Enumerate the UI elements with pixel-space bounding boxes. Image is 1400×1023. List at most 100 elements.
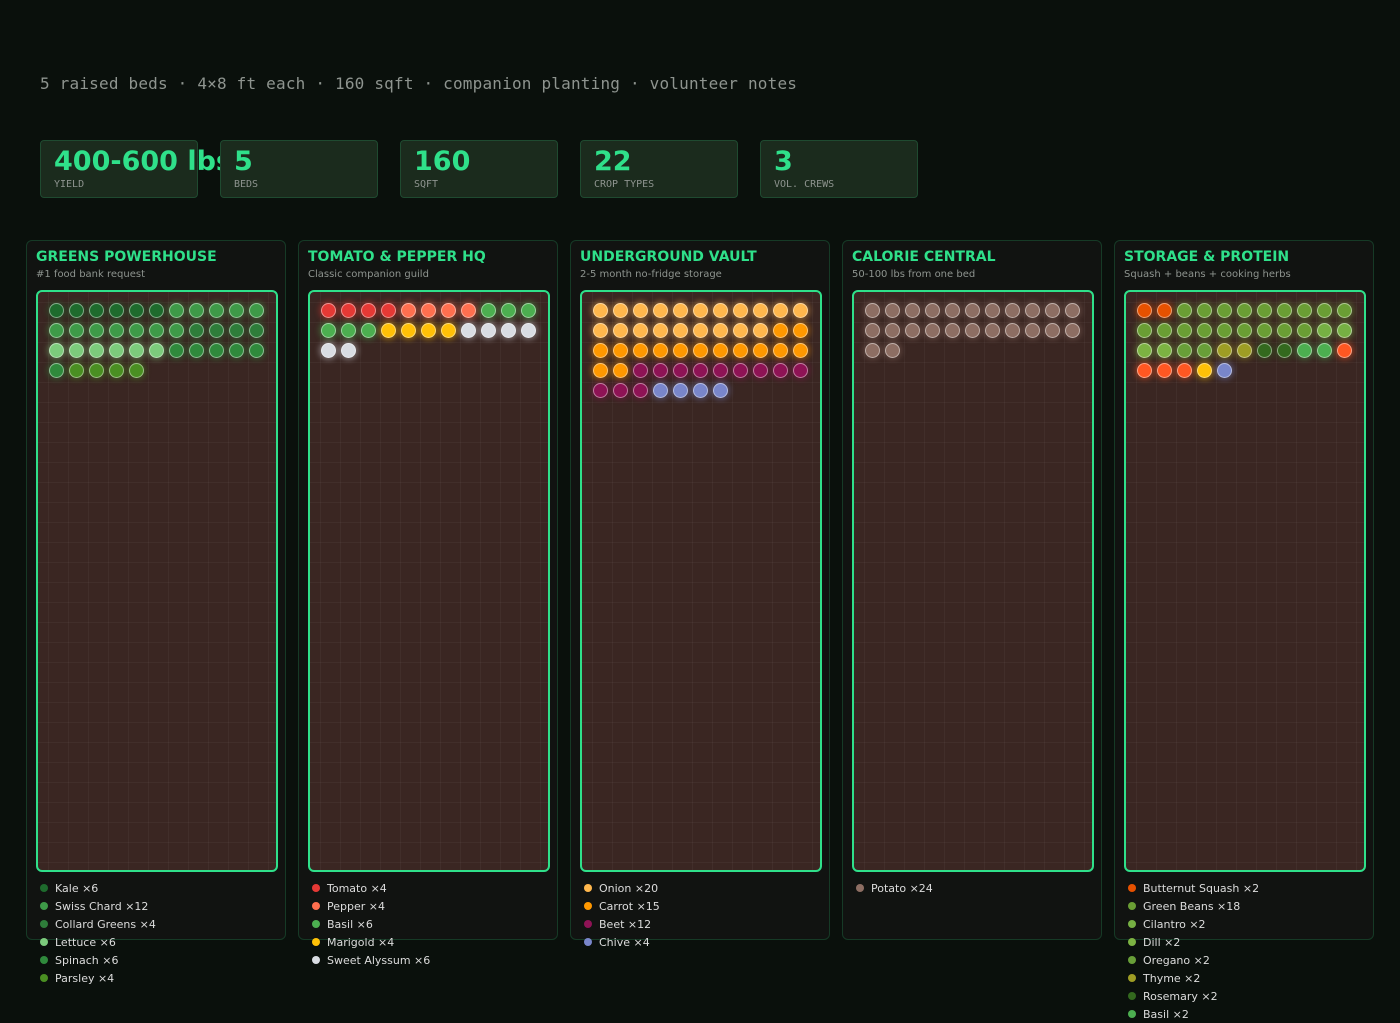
plant-swiss-chard[interactable]	[69, 323, 84, 338]
plant-potato[interactable]	[945, 303, 960, 318]
bed-card-storage-protein[interactable]: STORAGE & PROTEIN Squash + beans + cooki…	[1114, 240, 1374, 1021]
plant-green-beans[interactable]	[1137, 323, 1152, 338]
plant-cilantro[interactable]	[1317, 323, 1332, 338]
plant-collard-greens[interactable]	[209, 323, 224, 338]
plant-swiss-chard[interactable]	[229, 303, 244, 318]
plant-onion[interactable]	[753, 323, 768, 338]
plant-spinach[interactable]	[229, 343, 244, 358]
plant-onion[interactable]	[693, 303, 708, 318]
plant-green-beans[interactable]	[1237, 303, 1252, 318]
plant-cilantro[interactable]	[1337, 323, 1352, 338]
plant-tomato[interactable]	[381, 303, 396, 318]
plant-dill[interactable]	[1157, 343, 1172, 358]
plant-green-beans[interactable]	[1157, 323, 1172, 338]
plant-spinach[interactable]	[249, 343, 264, 358]
plant-potato[interactable]	[885, 303, 900, 318]
plant-butternut-squash[interactable]	[1137, 303, 1152, 318]
plant-onion[interactable]	[593, 303, 608, 318]
plant-onion[interactable]	[613, 323, 628, 338]
plant-tomato[interactable]	[361, 303, 376, 318]
plant-lettuce[interactable]	[69, 343, 84, 358]
plant-marigold[interactable]	[421, 323, 436, 338]
plant-onion[interactable]	[673, 323, 688, 338]
bed-plot[interactable]	[308, 290, 550, 872]
bed-plot[interactable]	[852, 290, 1094, 872]
plant-green-beans[interactable]	[1217, 323, 1232, 338]
plant-beet[interactable]	[753, 363, 768, 378]
plant-basil[interactable]	[1317, 343, 1332, 358]
plant-rosemary[interactable]	[1257, 343, 1272, 358]
plant-chive[interactable]	[713, 383, 728, 398]
plant-pepper[interactable]	[441, 303, 456, 318]
plant-marigold[interactable]	[1197, 363, 1212, 378]
plant-chive[interactable]	[653, 383, 668, 398]
plant-swiss-chard[interactable]	[209, 303, 224, 318]
plant-potato[interactable]	[905, 323, 920, 338]
plant-potato[interactable]	[1045, 303, 1060, 318]
bed-plot[interactable]	[36, 290, 278, 872]
plant-basil[interactable]	[361, 323, 376, 338]
plant-potato[interactable]	[985, 323, 1000, 338]
plant-beet[interactable]	[793, 363, 808, 378]
plant-carrot[interactable]	[673, 343, 688, 358]
plant-beet[interactable]	[773, 363, 788, 378]
plant-parsley[interactable]	[69, 363, 84, 378]
plant-potato[interactable]	[1005, 303, 1020, 318]
plant-carrot[interactable]	[753, 343, 768, 358]
plant-onion[interactable]	[713, 303, 728, 318]
bed-card-tomato-pepper-hq[interactable]: TOMATO & PEPPER HQ Classic companion gui…	[298, 240, 558, 967]
plant-potato[interactable]	[1005, 323, 1020, 338]
plant-green-beans[interactable]	[1277, 323, 1292, 338]
plant-butternut-squash[interactable]	[1157, 303, 1172, 318]
plant-onion[interactable]	[693, 323, 708, 338]
plant-green-beans[interactable]	[1277, 303, 1292, 318]
plant-chive[interactable]	[1217, 363, 1232, 378]
plant-potato[interactable]	[945, 323, 960, 338]
plant-spinach[interactable]	[169, 343, 184, 358]
plant-beet[interactable]	[673, 363, 688, 378]
plant-carrot[interactable]	[693, 343, 708, 358]
plant-swiss-chard[interactable]	[189, 303, 204, 318]
plant-beet[interactable]	[713, 363, 728, 378]
plant-green-beans[interactable]	[1177, 303, 1192, 318]
plant-kale[interactable]	[129, 303, 144, 318]
plant-swiss-chard[interactable]	[169, 323, 184, 338]
plant-swiss-chard[interactable]	[149, 323, 164, 338]
bed-plot[interactable]	[1124, 290, 1366, 872]
plant-sweet-alyssum[interactable]	[341, 343, 356, 358]
plant-beet[interactable]	[593, 383, 608, 398]
plant-marigold[interactable]	[441, 323, 456, 338]
plant-dill[interactable]	[1137, 343, 1152, 358]
plant-carrot[interactable]	[633, 343, 648, 358]
plant-beet[interactable]	[633, 383, 648, 398]
plant-onion[interactable]	[753, 303, 768, 318]
plant-basil[interactable]	[501, 303, 516, 318]
plant-tomato[interactable]	[321, 303, 336, 318]
plant-green-beans[interactable]	[1197, 323, 1212, 338]
plant-potato[interactable]	[1065, 303, 1080, 318]
plant-marigold[interactable]	[401, 323, 416, 338]
plant-kale[interactable]	[69, 303, 84, 318]
plant-potato[interactable]	[885, 323, 900, 338]
plant-tomato[interactable]	[1157, 363, 1172, 378]
plant-carrot[interactable]	[653, 343, 668, 358]
plant-onion[interactable]	[613, 303, 628, 318]
plant-green-beans[interactable]	[1317, 303, 1332, 318]
plant-lettuce[interactable]	[149, 343, 164, 358]
plant-green-beans[interactable]	[1297, 303, 1312, 318]
plant-basil[interactable]	[321, 323, 336, 338]
bed-card-calorie-central[interactable]: CALORIE CENTRAL 50-100 lbs from one bed …	[842, 240, 1102, 940]
plant-potato[interactable]	[865, 323, 880, 338]
plant-potato[interactable]	[1065, 323, 1080, 338]
plant-sweet-alyssum[interactable]	[321, 343, 336, 358]
plant-green-beans[interactable]	[1177, 323, 1192, 338]
plant-rosemary[interactable]	[1277, 343, 1292, 358]
plant-onion[interactable]	[713, 323, 728, 338]
plant-beet[interactable]	[653, 363, 668, 378]
plant-kale[interactable]	[109, 303, 124, 318]
plant-sweet-alyssum[interactable]	[501, 323, 516, 338]
plant-beet[interactable]	[633, 363, 648, 378]
plant-basil[interactable]	[521, 303, 536, 318]
plant-potato[interactable]	[865, 343, 880, 358]
plant-thyme[interactable]	[1237, 343, 1252, 358]
